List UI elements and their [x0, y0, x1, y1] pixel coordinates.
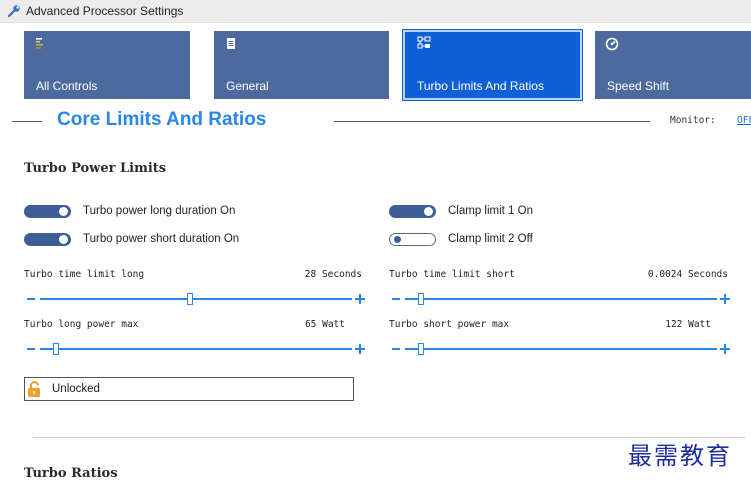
- speedometer-icon: [605, 37, 619, 51]
- slider-thumb[interactable]: [417, 343, 424, 355]
- turbo-time-limit-long-slider[interactable]: [24, 293, 365, 305]
- toggle-short-duration[interactable]: Turbo power short duration On: [24, 231, 239, 247]
- tile-speed-shift[interactable]: Speed Shift: [595, 31, 751, 99]
- title-bar: Advanced Processor Settings: [0, 0, 751, 23]
- toggle-label: Turbo power short duration On: [83, 233, 240, 245]
- turbo-short-power-max-slider[interactable]: [389, 343, 730, 355]
- turbo-short-power-max-value: 122 Watt: [665, 319, 711, 330]
- toggle-clamp-limit-2[interactable]: Clamp limit 2 Off: [389, 231, 533, 247]
- slider-thumb[interactable]: [186, 293, 193, 305]
- increment-icon[interactable]: [355, 343, 365, 355]
- increment-icon[interactable]: [355, 293, 365, 305]
- tile-label: Turbo Limits And Ratios: [417, 79, 544, 93]
- turbo-time-limit-long-value: 28 Seconds: [304, 269, 362, 280]
- section-header: Core Limits And Ratios Monitor: OFF: [0, 108, 751, 134]
- decrement-icon[interactable]: [392, 298, 400, 300]
- watermark: 最需教育: [628, 442, 732, 470]
- turbo-long-power-max-label: Turbo long power max: [24, 319, 139, 330]
- toggle-label: Turbo power long duration On: [83, 205, 236, 217]
- bar-list-icon: [34, 37, 48, 51]
- tile-label: All Controls: [36, 79, 98, 93]
- toggle-label: Clamp limit 2 Off: [448, 233, 533, 245]
- increment-icon[interactable]: [720, 343, 730, 355]
- slider-track[interactable]: [405, 348, 717, 350]
- slider-thumb[interactable]: [417, 293, 424, 305]
- window-title: Advanced Processor Settings: [26, 4, 184, 18]
- turbo-long-power-max-value: 65 Watt: [304, 319, 345, 330]
- turbo-time-limit-short-value: 0.0024 Seconds: [647, 269, 728, 280]
- toggle-switch[interactable]: [24, 232, 71, 246]
- turbo-time-limit-short-label: Turbo time limit short: [389, 269, 515, 280]
- increment-icon[interactable]: [720, 293, 730, 305]
- tile-label: General: [226, 79, 269, 93]
- turbo-long-power-max-slider[interactable]: [24, 343, 365, 355]
- lock-toggle-button[interactable]: Unlocked: [24, 377, 354, 401]
- toggle-switch[interactable]: [389, 204, 436, 218]
- tile-turbo-limits-and-ratios[interactable]: Turbo Limits And Ratios: [402, 29, 583, 101]
- decrement-icon[interactable]: [392, 348, 400, 350]
- slider-thumb[interactable]: [52, 343, 59, 355]
- monitor-label: Monitor:: [670, 115, 716, 126]
- slider-track[interactable]: [40, 348, 352, 350]
- monitor-toggle-link[interactable]: OFF: [737, 115, 751, 126]
- tile-all-controls[interactable]: All Controls: [24, 31, 190, 99]
- wrench-icon: [7, 4, 21, 18]
- toggle-switch[interactable]: [24, 204, 71, 218]
- chip-grid-icon: [417, 36, 431, 50]
- turbo-power-limits-heading: Turbo Power Limits: [24, 161, 167, 176]
- toggle-switch[interactable]: [389, 232, 436, 246]
- toggle-label: Clamp limit 1 On: [448, 205, 533, 217]
- decrement-icon[interactable]: [27, 298, 35, 300]
- section-heading: Core Limits And Ratios: [57, 109, 267, 130]
- decrement-icon[interactable]: [27, 348, 35, 350]
- header-rule-right: [334, 121, 650, 122]
- turbo-time-limit-long-label: Turbo time limit long: [24, 269, 145, 280]
- header-rule-left: [12, 121, 42, 122]
- turbo-time-limit-short-slider[interactable]: [389, 293, 730, 305]
- slider-track[interactable]: [40, 298, 352, 300]
- unlocked-padlock-icon: [26, 380, 44, 398]
- lock-status-label: Unlocked: [52, 383, 100, 395]
- tile-general[interactable]: General: [214, 31, 389, 99]
- slider-track[interactable]: [405, 298, 717, 300]
- turbo-ratios-heading: Turbo Ratios: [24, 466, 118, 481]
- tile-label: Speed Shift: [607, 79, 670, 93]
- toggle-long-duration[interactable]: Turbo power long duration On: [24, 203, 235, 219]
- document-icon: [224, 37, 238, 51]
- turbo-short-power-max-label: Turbo short power max: [389, 319, 510, 330]
- toggle-clamp-limit-1[interactable]: Clamp limit 1 On: [389, 203, 533, 219]
